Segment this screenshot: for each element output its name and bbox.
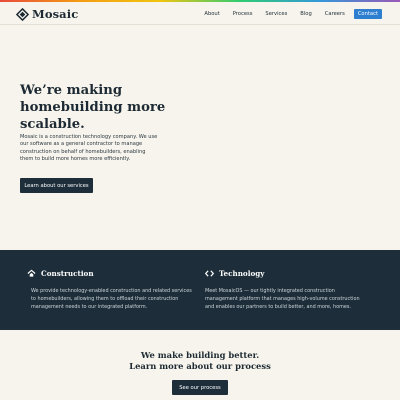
hero-title-line: homebuilding more	[20, 100, 166, 115]
feature-text-line: management needs to our integrated platf…	[31, 304, 148, 311]
feature-text-line: and enables our partners to build better…	[205, 304, 351, 311]
feature-technology: Technology Meet MosaicOS — our tightly i…	[205, 268, 375, 312]
hero-description-line: our software as a general contractor to …	[20, 141, 143, 148]
contact-button[interactable]: Contact	[353, 9, 382, 19]
feature-text-line: to homebuilders, allowing them to offloa…	[31, 296, 179, 303]
main-nav: About Process Services Blog Careers Cont…	[191, 9, 382, 19]
nav-careers[interactable]: Careers	[325, 11, 345, 17]
house-icon	[27, 269, 36, 277]
nav-process[interactable]: Process	[233, 11, 253, 17]
feature-title: Technology	[219, 268, 265, 278]
hero-description-line: construction on behalf of homebuilders, …	[20, 148, 146, 155]
site-header: Mosaic About Process Services Blog Caree…	[0, 2, 400, 25]
process-title: We make building better. Learn more abou…	[0, 350, 400, 372]
hero-title-line: We’re making	[20, 83, 123, 98]
feature-title: Construction	[41, 268, 94, 278]
code-icon	[205, 269, 214, 277]
hero-title-line: scalable.	[20, 117, 85, 132]
hero-description: Mosaic is a construction technology comp…	[20, 134, 160, 164]
feature-text-line: Meet MosaicOS — our tightly integrated c…	[205, 288, 335, 294]
features-section: Construction We provide technology-enabl…	[0, 250, 400, 330]
learn-services-button[interactable]: Learn about our services	[20, 178, 93, 193]
hero-description-line: them to build more homes more efficientl…	[20, 156, 131, 163]
feature-construction: Construction We provide technology-enabl…	[27, 268, 192, 312]
process-title-line: We make building better.	[140, 350, 260, 360]
feature-text: Meet MosaicOS — our tightly integrated c…	[205, 287, 375, 312]
process-title-line: Learn more about our process	[129, 361, 271, 371]
nav-blog[interactable]: Blog	[300, 11, 311, 17]
feature-text-line: We provide technology-enabled constructi…	[31, 288, 192, 294]
nav-services[interactable]: Services	[265, 11, 287, 17]
hero-title: We’re making homebuilding more scalable.	[20, 82, 200, 133]
feature-text-line: management platform that manages high-vo…	[205, 296, 360, 303]
nav-about[interactable]: About	[204, 11, 219, 17]
mosaic-logo-icon	[16, 7, 29, 21]
logo-text: Mosaic	[32, 7, 79, 21]
see-process-button[interactable]: See our process	[172, 380, 228, 395]
logo[interactable]: Mosaic	[16, 7, 78, 21]
feature-text: We provide technology-enabled constructi…	[27, 287, 192, 312]
hero-description-line: Mosaic is a construction technology comp…	[20, 134, 158, 140]
